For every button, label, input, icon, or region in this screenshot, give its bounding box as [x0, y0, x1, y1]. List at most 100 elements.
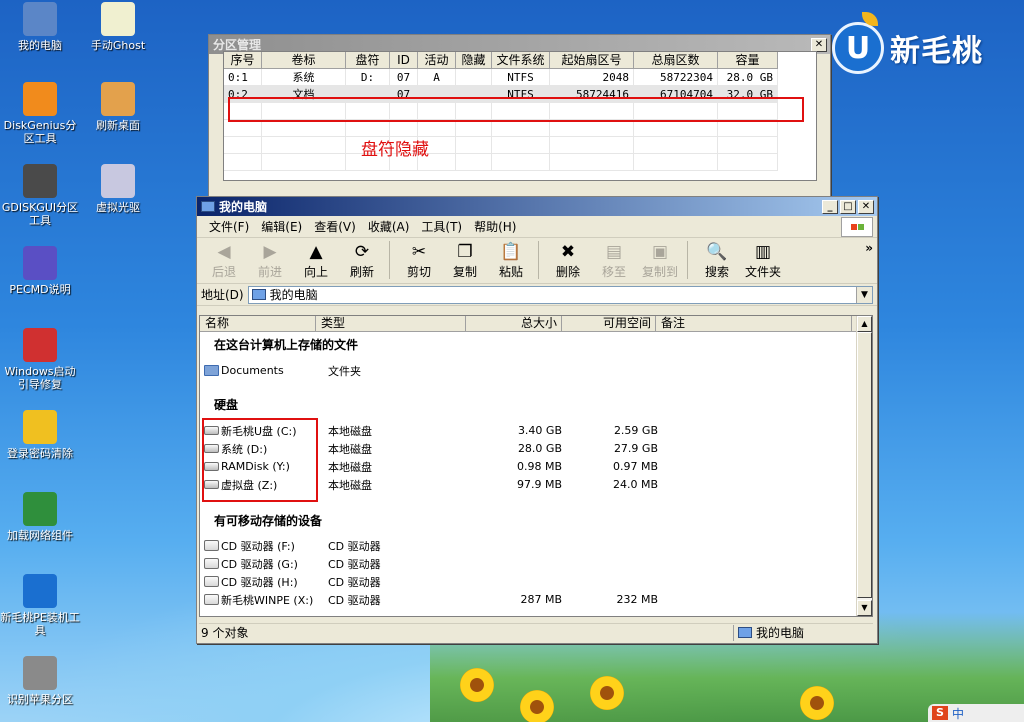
chevron-down-icon[interactable]: ▼	[856, 286, 872, 303]
partition-cell: 28.0 GB	[718, 69, 778, 86]
toolbar-button[interactable]: ▶ 前进	[247, 241, 293, 280]
minimize-icon[interactable]: _	[822, 199, 838, 214]
list-item[interactable]: CD 驱动器 (H:) CD 驱动器	[204, 573, 674, 590]
item-name: 新毛桃WINPE (X:)	[221, 593, 314, 607]
toolbar-button[interactable]: ▤ 移至	[591, 241, 637, 280]
column-header[interactable]: 总扇区数	[634, 52, 718, 69]
partition-row[interactable]: 0:1 系统 D: 07 A NTFS 2048 58722304 28.0 GB	[224, 69, 816, 86]
menu-item[interactable]: 工具(T)	[415, 217, 468, 237]
desktop-icon[interactable]: 我的电脑	[0, 2, 80, 52]
scroll-thumb[interactable]	[857, 332, 872, 598]
column-header[interactable]: ID	[390, 52, 418, 69]
column-header[interactable]: 名称	[200, 316, 316, 331]
desktop-icon[interactable]: 新毛桃PE装机工具	[0, 574, 80, 637]
desktop-icon[interactable]: 登录密码清除	[0, 410, 80, 460]
list-item[interactable]: CD 驱动器 (F:) CD 驱动器	[204, 537, 674, 554]
list-item[interactable]: CD 驱动器 (G:) CD 驱动器	[204, 555, 674, 572]
desktop-icon[interactable]: 虚拟光驱	[78, 164, 158, 214]
item-name: Documents	[221, 364, 284, 377]
toolbar-button[interactable]: ◀ 后退	[201, 241, 247, 280]
up-arrow-icon: ▲	[309, 242, 323, 262]
item-type: 本地磁盘	[328, 442, 372, 456]
cd-drive-icon	[204, 594, 219, 605]
logo-mark: U	[832, 22, 884, 74]
toolbar-button[interactable]: ✖ 删除	[545, 241, 591, 280]
partition-cell	[224, 120, 262, 137]
sogou-icon[interactable]: S	[932, 706, 948, 720]
item-name-cell: CD 驱动器 (H:)	[204, 574, 324, 590]
flower-decoration	[800, 686, 834, 720]
toolbar-button[interactable]: 📋 粘贴	[488, 241, 534, 280]
toolbar-label: 刷新	[349, 265, 374, 279]
toolbar-button[interactable]: ✂ 剪切	[396, 241, 442, 280]
desktop-icon[interactable]: 刷新桌面	[78, 82, 158, 132]
ime-indicator[interactable]: 中	[952, 705, 964, 722]
toolbar-button[interactable]: 🔍 搜索	[694, 241, 740, 280]
column-header[interactable]: 备注	[656, 316, 852, 331]
close-icon[interactable]: ✕	[811, 37, 827, 52]
partition-cell	[634, 154, 718, 171]
list-item[interactable]: Documents 文件夹	[204, 362, 674, 379]
column-header[interactable]: 容量	[718, 52, 778, 69]
desktop-icon[interactable]: 加载网络组件	[0, 492, 80, 542]
my-computer-icon	[201, 201, 215, 212]
toolbar-button[interactable]: ▥ 文件夹	[740, 241, 786, 280]
column-header[interactable]: 文件系统	[492, 52, 550, 69]
item-type: CD 驱动器	[328, 557, 381, 571]
close-icon[interactable]: ✕	[858, 199, 874, 214]
toolbar-button[interactable]: ⟳ 刷新	[339, 241, 385, 280]
partition-cell	[492, 120, 550, 137]
address-input[interactable]: 我的电脑 ▼	[247, 285, 873, 304]
explorer-titlebar[interactable]: 我的电脑 _ □ ✕	[197, 197, 877, 216]
maximize-icon[interactable]: □	[840, 199, 856, 214]
column-header[interactable]: 卷标	[262, 52, 346, 69]
group-files-header: 在这台计算机上存储的文件	[214, 338, 359, 352]
scroll-down-icon[interactable]: ▼	[857, 600, 872, 616]
column-header[interactable]: 序号	[224, 52, 262, 69]
column-header[interactable]: 活动	[418, 52, 456, 69]
desktop-icon[interactable]: GDISKGUI分区工具	[0, 164, 80, 227]
desktop-icon[interactable]: 识别苹果分区	[0, 656, 80, 706]
toolbar-button[interactable]: ▣ 复制到	[637, 241, 683, 280]
partition-cell	[456, 69, 492, 86]
menu-item[interactable]: 文件(F)	[203, 217, 255, 237]
toolbar: ◀ 后退 ▶ 前进 ▲ 向上 ⟳ 刷新 ✂ 剪切 ❐ 复制 📋 粘贴 ✖ 删除 ▤ 移至 ▣ 复制到 🔍 搜索 ▥ 文件夹 »	[197, 238, 877, 284]
item-name: CD 驱动器 (H:)	[221, 575, 298, 589]
partition-cell	[718, 154, 778, 171]
column-header[interactable]: 起始扇区号	[550, 52, 634, 69]
pe-installer-icon	[23, 574, 57, 608]
menu-item[interactable]: 查看(V)	[308, 217, 362, 237]
column-header[interactable]: 类型	[316, 316, 466, 331]
desktop-icon[interactable]: 手动Ghost	[78, 2, 158, 52]
system-tray: S 中	[928, 704, 1024, 722]
item-total-size: 97.9 MB	[516, 478, 562, 491]
column-header[interactable]: 总大小	[466, 316, 562, 331]
toolbar-label: 粘贴	[498, 265, 523, 279]
column-header[interactable]: 可用空间	[562, 316, 656, 331]
toolbar-button[interactable]: ❐ 复制	[442, 241, 488, 280]
partition-cell: 58722304	[634, 69, 718, 86]
list-item[interactable]: 新毛桃WINPE (X:) CD 驱动器 287 MB 232 MB	[204, 591, 674, 608]
menu-item[interactable]: 收藏(A)	[362, 217, 416, 237]
menu-item[interactable]: 帮助(H)	[468, 217, 522, 237]
toolbar-label: 移至	[601, 265, 626, 279]
column-header[interactable]: 盘符	[346, 52, 390, 69]
boot-repair-icon	[23, 328, 57, 362]
desktop-icon[interactable]: PECMD说明	[0, 246, 80, 296]
ghost-icon	[101, 2, 135, 36]
scissors-icon: ✂	[411, 242, 427, 262]
group-removable-header: 有可移动存储的设备	[214, 514, 323, 528]
partition-cell	[456, 120, 492, 137]
scroll-up-icon[interactable]: ▲	[857, 316, 872, 332]
desktop-icon[interactable]: Windows启动引导修复	[0, 328, 80, 391]
partition-window: 分区管理 ✕ 序号 卷标 盘符 ID 活动 隐藏 文件系统 起始扇区号 总扇区数 容量 0:1 系统…	[208, 34, 831, 198]
column-header[interactable]: 隐藏	[456, 52, 492, 69]
menu-item[interactable]: 编辑(E)	[255, 217, 308, 237]
vertical-scrollbar[interactable]: ▲ ▼	[856, 316, 872, 616]
desktop-icon[interactable]: DiskGenius分区工具	[0, 82, 80, 145]
toolbar-overflow-icon[interactable]: »	[865, 241, 873, 255]
cd-drive-icon	[204, 576, 219, 587]
flower-decoration	[460, 668, 494, 702]
toolbar-button[interactable]: ▲ 向上	[293, 241, 339, 280]
item-type: 本地磁盘	[328, 424, 372, 438]
